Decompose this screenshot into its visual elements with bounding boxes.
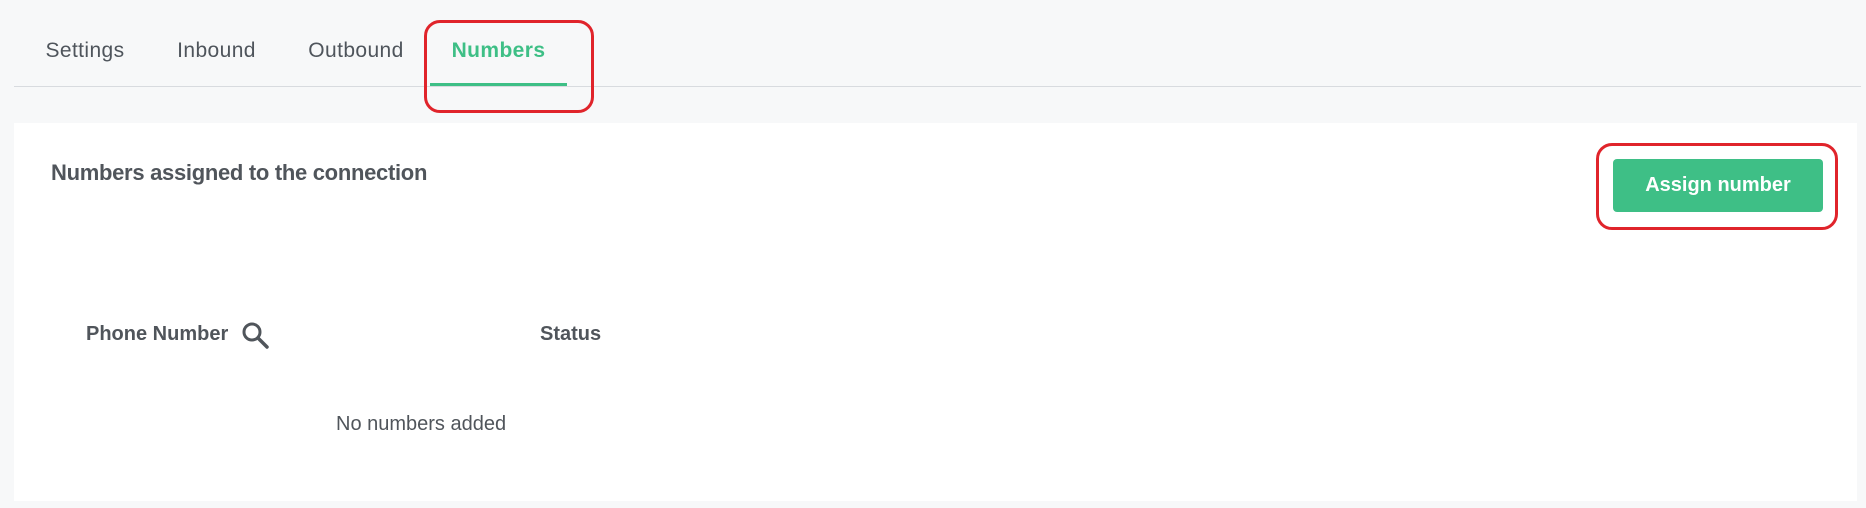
tab-outbound[interactable]: Outbound (306, 0, 406, 86)
tab-settings[interactable]: Settings (40, 0, 130, 86)
column-header-status: Status (540, 323, 602, 345)
tab-numbers[interactable]: Numbers (430, 0, 567, 86)
active-tab-indicator (430, 83, 567, 86)
tab-inbound[interactable]: Inbound (174, 0, 259, 86)
column-header-phone-number: Phone Number (86, 323, 229, 345)
assign-number-button[interactable]: Assign number (1613, 159, 1823, 212)
card-title: Numbers assigned to the connection (51, 160, 428, 185)
empty-state-message: No numbers added (336, 413, 507, 435)
numbers-card: Numbers assigned to the connection Assig… (14, 123, 1857, 501)
search-icon[interactable] (240, 320, 270, 350)
tab-bar: Settings Inbound Outbound Numbers (14, 0, 1861, 87)
